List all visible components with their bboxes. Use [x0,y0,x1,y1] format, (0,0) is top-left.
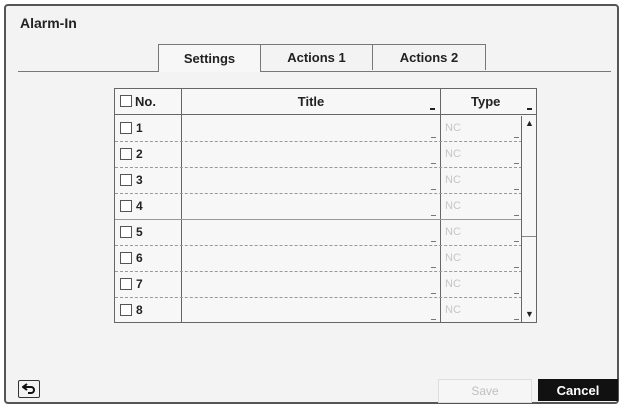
header-no: No. [115,89,182,115]
row-title-field[interactable] [183,144,438,164]
row-checkbox[interactable] [120,174,132,186]
type-dropdown-icon [514,241,519,242]
row-number: 8 [136,303,143,317]
type-dropdown-icon [514,293,519,294]
row-title-field[interactable] [183,118,438,138]
row-number: 5 [136,225,143,239]
tab-settings-label: Settings [183,51,236,66]
scroll-thumb[interactable] [522,131,536,237]
type-dropdown-icon [514,319,519,320]
title-dropdown-icon [431,137,436,138]
header-type-sort-icon [527,108,532,110]
dialog-title: Alarm-In [20,15,77,31]
row-title-field[interactable] [183,196,438,216]
row-type-value[interactable]: NC [445,304,461,316]
type-dropdown-icon [514,163,519,164]
row-type-value[interactable]: NC [445,252,461,264]
table-row[interactable]: 7 NC [115,272,522,298]
row-checkbox[interactable] [120,148,132,160]
header-type[interactable]: Type [441,89,536,115]
row-checkbox[interactable] [120,122,132,134]
type-dropdown-icon [514,267,519,268]
row-title-field[interactable] [183,274,438,294]
row-number: 1 [136,121,143,135]
save-button[interactable]: Save [438,379,532,403]
title-dropdown-icon [431,163,436,164]
select-all-checkbox[interactable] [120,95,132,107]
alarm-in-table: No. Title Type 1 NC 2 NC 3 NC 4 NC 5 NC … [114,88,537,323]
tab-actions-2[interactable]: Actions 2 [372,44,486,70]
header-title[interactable]: Title [182,89,440,115]
scroll-down-icon[interactable]: ▼ [524,308,535,320]
tab-actions-2-label: Actions 2 [399,50,459,65]
row-type-value[interactable]: NC [445,148,461,160]
row-number: 4 [136,199,143,213]
row-checkbox[interactable] [120,304,132,316]
type-dropdown-icon [514,189,519,190]
table-row[interactable]: 5 NC [115,220,522,246]
row-type-value[interactable]: NC [445,200,461,212]
header-title-sort-icon [430,108,435,110]
row-title-field[interactable] [183,222,438,242]
table-row[interactable]: 1 NC [115,116,522,142]
row-title-field[interactable] [183,300,438,320]
title-dropdown-icon [431,241,436,242]
title-dropdown-icon [431,319,436,320]
row-title-field[interactable] [183,170,438,190]
tab-settings[interactable]: Settings [158,44,261,72]
row-type-value[interactable]: NC [445,174,461,186]
table-row[interactable]: 6 NC [115,246,522,272]
table-row[interactable]: 4 NC [115,194,522,220]
header-no-label: No. [135,94,156,109]
alarm-in-dialog: Alarm-In Settings Actions 1 Actions 2 No… [4,4,619,404]
row-checkbox[interactable] [120,278,132,290]
row-type-value[interactable]: NC [445,278,461,290]
table-row[interactable]: 3 NC [115,168,522,194]
row-number: 7 [136,277,143,291]
cancel-button[interactable]: Cancel [538,379,618,401]
title-dropdown-icon [431,215,436,216]
title-dropdown-icon [431,267,436,268]
back-arrow-icon [22,383,35,394]
row-checkbox[interactable] [120,252,132,264]
tab-actions-1[interactable]: Actions 1 [260,44,373,70]
row-number: 2 [136,147,143,161]
tab-bar-divider [18,71,611,72]
table-row[interactable]: 8 NC [115,298,522,324]
type-dropdown-icon [514,137,519,138]
table-row[interactable]: 2 NC [115,142,522,168]
header-type-label: Type [471,94,501,109]
row-title-field[interactable] [183,248,438,268]
header-title-label: Title [297,94,325,109]
row-type-value[interactable]: NC [445,122,461,134]
title-dropdown-icon [431,189,436,190]
title-dropdown-icon [431,293,436,294]
row-checkbox[interactable] [120,226,132,238]
scroll-up-icon[interactable]: ▲ [524,117,535,129]
tab-actions-1-label: Actions 1 [287,50,346,65]
row-number: 3 [136,173,143,187]
row-type-value[interactable]: NC [445,226,461,238]
row-number: 6 [136,251,143,265]
back-button[interactable] [18,380,40,398]
type-dropdown-icon [514,215,519,216]
row-checkbox[interactable] [120,200,132,212]
table-scrollbar[interactable]: ▲ ▼ [521,116,536,322]
